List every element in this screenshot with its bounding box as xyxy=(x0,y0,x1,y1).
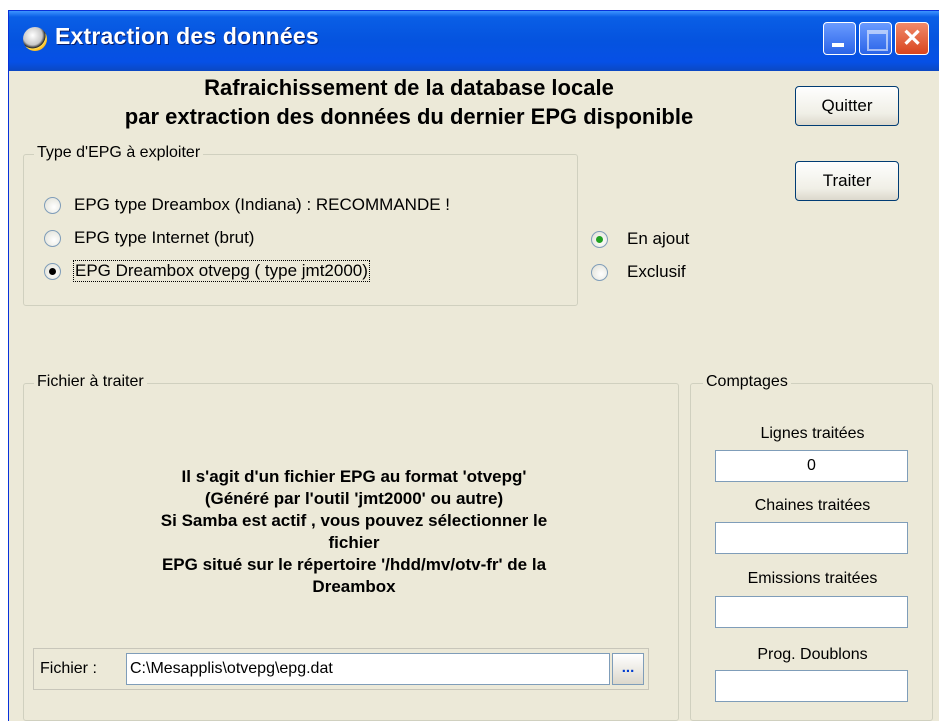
channels-processed-label: Chaines traitées xyxy=(754,497,871,514)
radio-indicator[interactable] xyxy=(591,264,608,281)
close-button[interactable]: ✕ xyxy=(895,22,929,55)
radio-indicator[interactable] xyxy=(591,231,608,248)
minimize-button[interactable] xyxy=(823,22,856,55)
radio-indicator[interactable] xyxy=(44,197,61,214)
close-icon: ✕ xyxy=(901,25,923,52)
info-line: Dreambox xyxy=(312,577,396,596)
epg-type-group: Type d'EPG à exploiter EPG type Dreambox… xyxy=(23,144,578,306)
counts-legend: Comptages xyxy=(703,373,791,391)
radio-indicator[interactable] xyxy=(44,230,61,247)
info-line: EPG situé sur le répertoire '/hdd/mv/otv… xyxy=(161,555,547,574)
title-bar[interactable]: Extraction des données ✕ xyxy=(9,11,939,71)
lines-processed-label: Lignes traitées xyxy=(760,425,865,442)
process-button[interactable]: Traiter xyxy=(795,161,899,201)
radio-label[interactable]: Exclusif xyxy=(627,262,686,282)
app-icon[interactable] xyxy=(23,27,47,51)
maximize-button[interactable] xyxy=(859,22,892,55)
lines-processed-field[interactable]: 0 xyxy=(715,450,908,482)
radio-label[interactable]: EPG type Internet (brut) xyxy=(74,228,254,248)
epg-type-legend: Type d'EPG à exploiter xyxy=(34,144,204,162)
quit-button[interactable]: Quitter xyxy=(795,86,899,126)
file-info-text: Il s'agit d'un fichier EPG au format 'ot… xyxy=(104,466,604,598)
duplicates-label: Prog. Doublons xyxy=(757,646,868,663)
shows-processed-field[interactable] xyxy=(715,596,908,628)
radio-label[interactable]: EPG Dreambox otvepg ( type jmt2000) xyxy=(73,260,370,282)
info-line: (Généré par l'outil 'jmt2000' ou autre) xyxy=(204,489,504,508)
browse-button[interactable]: ... xyxy=(612,653,644,685)
file-group: Fichier à traiter Il s'agit d'un fichier… xyxy=(23,373,679,721)
file-label: Fichier : xyxy=(40,660,97,677)
radio-label[interactable]: EPG type Dreambox (Indiana) : RECOMMANDE… xyxy=(74,195,450,215)
file-group-legend: Fichier à traiter xyxy=(34,373,147,391)
info-line: Il s'agit d'un fichier EPG au format 'ot… xyxy=(181,467,527,486)
file-row: Fichier : C:\Mesapplis\otvepg\epg.dat ..… xyxy=(33,648,649,690)
channels-processed-field[interactable] xyxy=(715,522,908,554)
info-line: fichier xyxy=(328,533,380,552)
duplicates-field[interactable] xyxy=(715,670,908,702)
file-path-input[interactable]: C:\Mesapplis\otvepg\epg.dat xyxy=(126,653,610,685)
radio-label[interactable]: En ajout xyxy=(627,229,689,249)
radio-indicator[interactable] xyxy=(44,263,61,280)
heading-line2: par extraction des données du dernier EP… xyxy=(124,104,694,129)
counts-group: Comptages Lignes traitées 0 Chaines trai… xyxy=(690,373,933,721)
heading-line1: Rafraichissement de la database locale xyxy=(204,75,614,100)
window-title: Extraction des données xyxy=(55,23,319,49)
info-line: Si Samba est actif , vous pouvez sélecti… xyxy=(160,511,548,530)
main-window: Extraction des données ✕ Rafraichissemen… xyxy=(8,10,939,721)
shows-processed-label: Emissions traitées xyxy=(747,570,878,587)
